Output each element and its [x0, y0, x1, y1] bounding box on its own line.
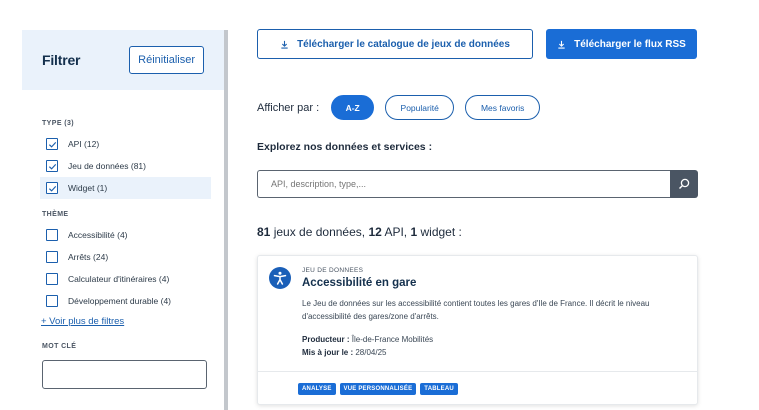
download-catalog-label: Télécharger le catalogue de jeux de donn…	[297, 38, 510, 50]
download-icon	[557, 40, 566, 49]
filter-body: TYPE (3) API (12) Jeu de données (81) Wi…	[22, 90, 224, 389]
filter-option-accessibility[interactable]: Accessibilité (4)	[40, 224, 211, 246]
checkbox-stops[interactable]	[46, 251, 58, 263]
datasets-count: 81	[257, 225, 271, 239]
check-icon	[48, 163, 56, 170]
search-bar	[257, 170, 698, 198]
sort-label: Afficher par :	[257, 101, 320, 114]
keyword-input[interactable]	[42, 360, 207, 389]
filter-option-route-planner[interactable]: Calculateur d'itinéraires (4)	[40, 268, 211, 290]
api-count: 12	[368, 225, 382, 239]
updated-label: Mis à jour le :	[302, 348, 354, 357]
more-filters-link[interactable]: + Voir plus de filtres	[41, 316, 224, 327]
tag-custom-view[interactable]: VUE PERSONNALISÉE	[339, 383, 417, 395]
checkbox-accessibility[interactable]	[46, 229, 58, 241]
download-icon	[280, 40, 289, 49]
checkbox-route-planner[interactable]	[46, 273, 58, 285]
sort-row: Afficher par : A-Z Popularité Mes favori…	[257, 95, 551, 120]
filter-header: Filtrer Réinitialiser	[22, 30, 224, 90]
card-tags: ANALYSE VUE PERSONNALISÉE TABLEAU	[258, 371, 697, 406]
accessibility-icon	[269, 267, 291, 289]
filter-option-dataset[interactable]: Jeu de données (81)	[40, 155, 211, 177]
filter-option-label: API (12)	[68, 139, 100, 149]
sort-favorites-button[interactable]: Mes favoris	[465, 95, 541, 120]
search-button[interactable]	[670, 170, 698, 198]
checkbox-sustainability[interactable]	[46, 295, 58, 307]
producer-label: Producteur :	[302, 335, 350, 344]
checkbox-dataset[interactable]	[46, 160, 58, 172]
search-input[interactable]	[257, 170, 670, 198]
theme-section-label: THÈME	[42, 211, 69, 218]
filter-sidebar: Filtrer Réinitialiser TYPE (3) API (12) …	[22, 30, 228, 410]
sort-az-button[interactable]: A-Z	[331, 95, 375, 120]
theme-section: THÈME Accessibilité (4) Arrêts (24) Calc…	[40, 211, 224, 327]
filter-option-label: Arrêts (24)	[68, 252, 109, 262]
updated-value: 28/04/25	[355, 348, 387, 357]
filter-option-label: Calculateur d'itinéraires (4)	[68, 274, 170, 284]
filter-title: Filtrer	[42, 52, 81, 68]
keyword-section-label: MOT CLÉ	[42, 343, 77, 350]
sort-popularity-button[interactable]: Popularité	[385, 95, 455, 120]
producer-value: Île-de-France Mobilités	[351, 335, 434, 344]
card-producer: Producteur : Île-de-France Mobilités	[302, 335, 433, 344]
dataset-card[interactable]: JEU DE DONNEES Accessibilité en gare Le …	[257, 255, 698, 405]
checkbox-widget[interactable]	[46, 182, 58, 194]
filter-option-label: Jeu de données (81)	[68, 161, 146, 171]
check-icon	[48, 141, 56, 148]
card-type: JEU DE DONNEES	[302, 267, 364, 274]
filter-option-label: Widget (1)	[68, 183, 108, 193]
widget-text: widget :	[417, 225, 462, 239]
results-count: 81 jeux de données, 12 API, 1 widget :	[257, 225, 462, 239]
explore-heading: Explorez nos données et services :	[257, 141, 433, 153]
type-section-label: TYPE (3)	[42, 120, 74, 127]
download-rss-label: Télécharger le flux RSS	[574, 38, 686, 50]
card-updated: Mis à jour le : 28/04/25	[302, 348, 387, 357]
keyword-section: MOT CLÉ	[42, 343, 224, 389]
card-title[interactable]: Accessibilité en gare	[302, 277, 416, 289]
filter-option-api[interactable]: API (12)	[40, 133, 211, 155]
download-rss-button[interactable]: Télécharger le flux RSS	[546, 29, 697, 59]
reset-button[interactable]: Réinitialiser	[129, 46, 204, 74]
filter-option-label: Développement durable (4)	[68, 296, 172, 306]
tag-analysis[interactable]: ANALYSE	[298, 383, 336, 395]
filter-option-widget[interactable]: Widget (1)	[40, 177, 211, 199]
check-icon	[48, 185, 56, 192]
filter-option-stops[interactable]: Arrêts (24)	[40, 246, 211, 268]
checkbox-api[interactable]	[46, 138, 58, 150]
filter-option-label: Accessibilité (4)	[68, 230, 128, 240]
filter-option-sustainability[interactable]: Développement durable (4)	[40, 290, 211, 312]
datasets-text: jeux de données,	[270, 225, 369, 239]
download-catalog-button[interactable]: Télécharger le catalogue de jeux de donn…	[257, 29, 533, 59]
card-description: Le Jeu de données sur les accessibilité …	[302, 299, 650, 321]
api-text: API,	[381, 225, 411, 239]
search-icon	[679, 178, 690, 189]
tag-table[interactable]: TABLEAU	[420, 383, 458, 395]
